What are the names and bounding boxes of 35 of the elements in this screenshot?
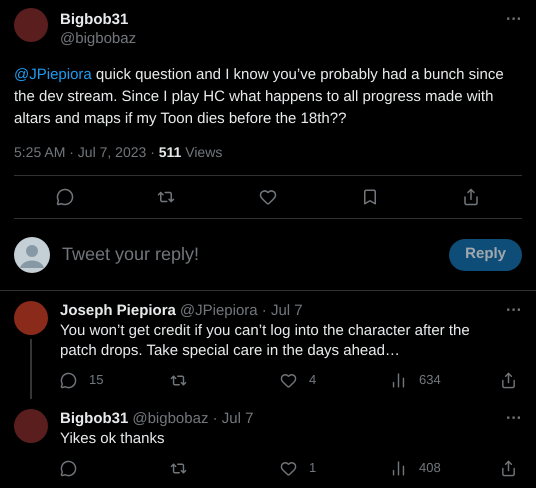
share-icon[interactable] (500, 372, 517, 388)
views-label: Views (184, 143, 222, 162)
display-name[interactable]: Joseph Piepiora (60, 301, 176, 321)
reply-meta: @JPiepiora · Jul 7 (180, 301, 304, 321)
share-icon[interactable] (500, 460, 517, 476)
views-icon[interactable] (390, 460, 407, 476)
timestamp: 5:25 AM · Jul 7, 2023 · (14, 143, 156, 162)
like-count: 4 (309, 371, 316, 390)
display-name[interactable]: Bigbob31 (60, 10, 494, 29)
reply-icon[interactable] (60, 460, 77, 476)
view-count: 511 (158, 143, 182, 162)
like-count: 1 (309, 459, 316, 478)
more-button[interactable]: ··· (506, 411, 522, 427)
display-name[interactable]: Bigbob31 (60, 409, 128, 429)
views-count: 408 (419, 459, 441, 478)
mention-link[interactable]: @JPiepiora (14, 66, 92, 83)
reply-icon[interactable] (60, 372, 77, 388)
thread-line (30, 339, 32, 399)
like-icon[interactable] (280, 372, 297, 388)
reply-text: You won’t get credit if you can’t log into the character after the patch drops. Take special care in the days ahead… (60, 321, 471, 361)
tweet-text: @JPiepiora quick question and I know you’ve probably had a bunch since the dev stream. Since I play HC what happens to all progress made with altars and maps if my Toon dies before the 18th?? (14, 65, 505, 129)
default-avatar-icon (14, 236, 50, 272)
more-button[interactable]: ··· (506, 303, 522, 319)
reply-count: 15 (89, 371, 104, 390)
reply-icon[interactable] (56, 188, 74, 206)
views-count: 634 (419, 371, 441, 390)
like-icon[interactable] (280, 460, 297, 476)
avatar[interactable] (14, 301, 48, 335)
reply-meta: @bigbobaz · Jul 7 (132, 409, 254, 429)
reply-text: Yikes ok thanks (60, 429, 166, 449)
user-handle[interactable]: @bigbobaz (60, 29, 494, 48)
views-icon[interactable] (390, 372, 407, 388)
like-icon[interactable] (258, 188, 277, 206)
share-icon[interactable] (462, 188, 480, 206)
more-button[interactable]: ··· (506, 12, 522, 28)
